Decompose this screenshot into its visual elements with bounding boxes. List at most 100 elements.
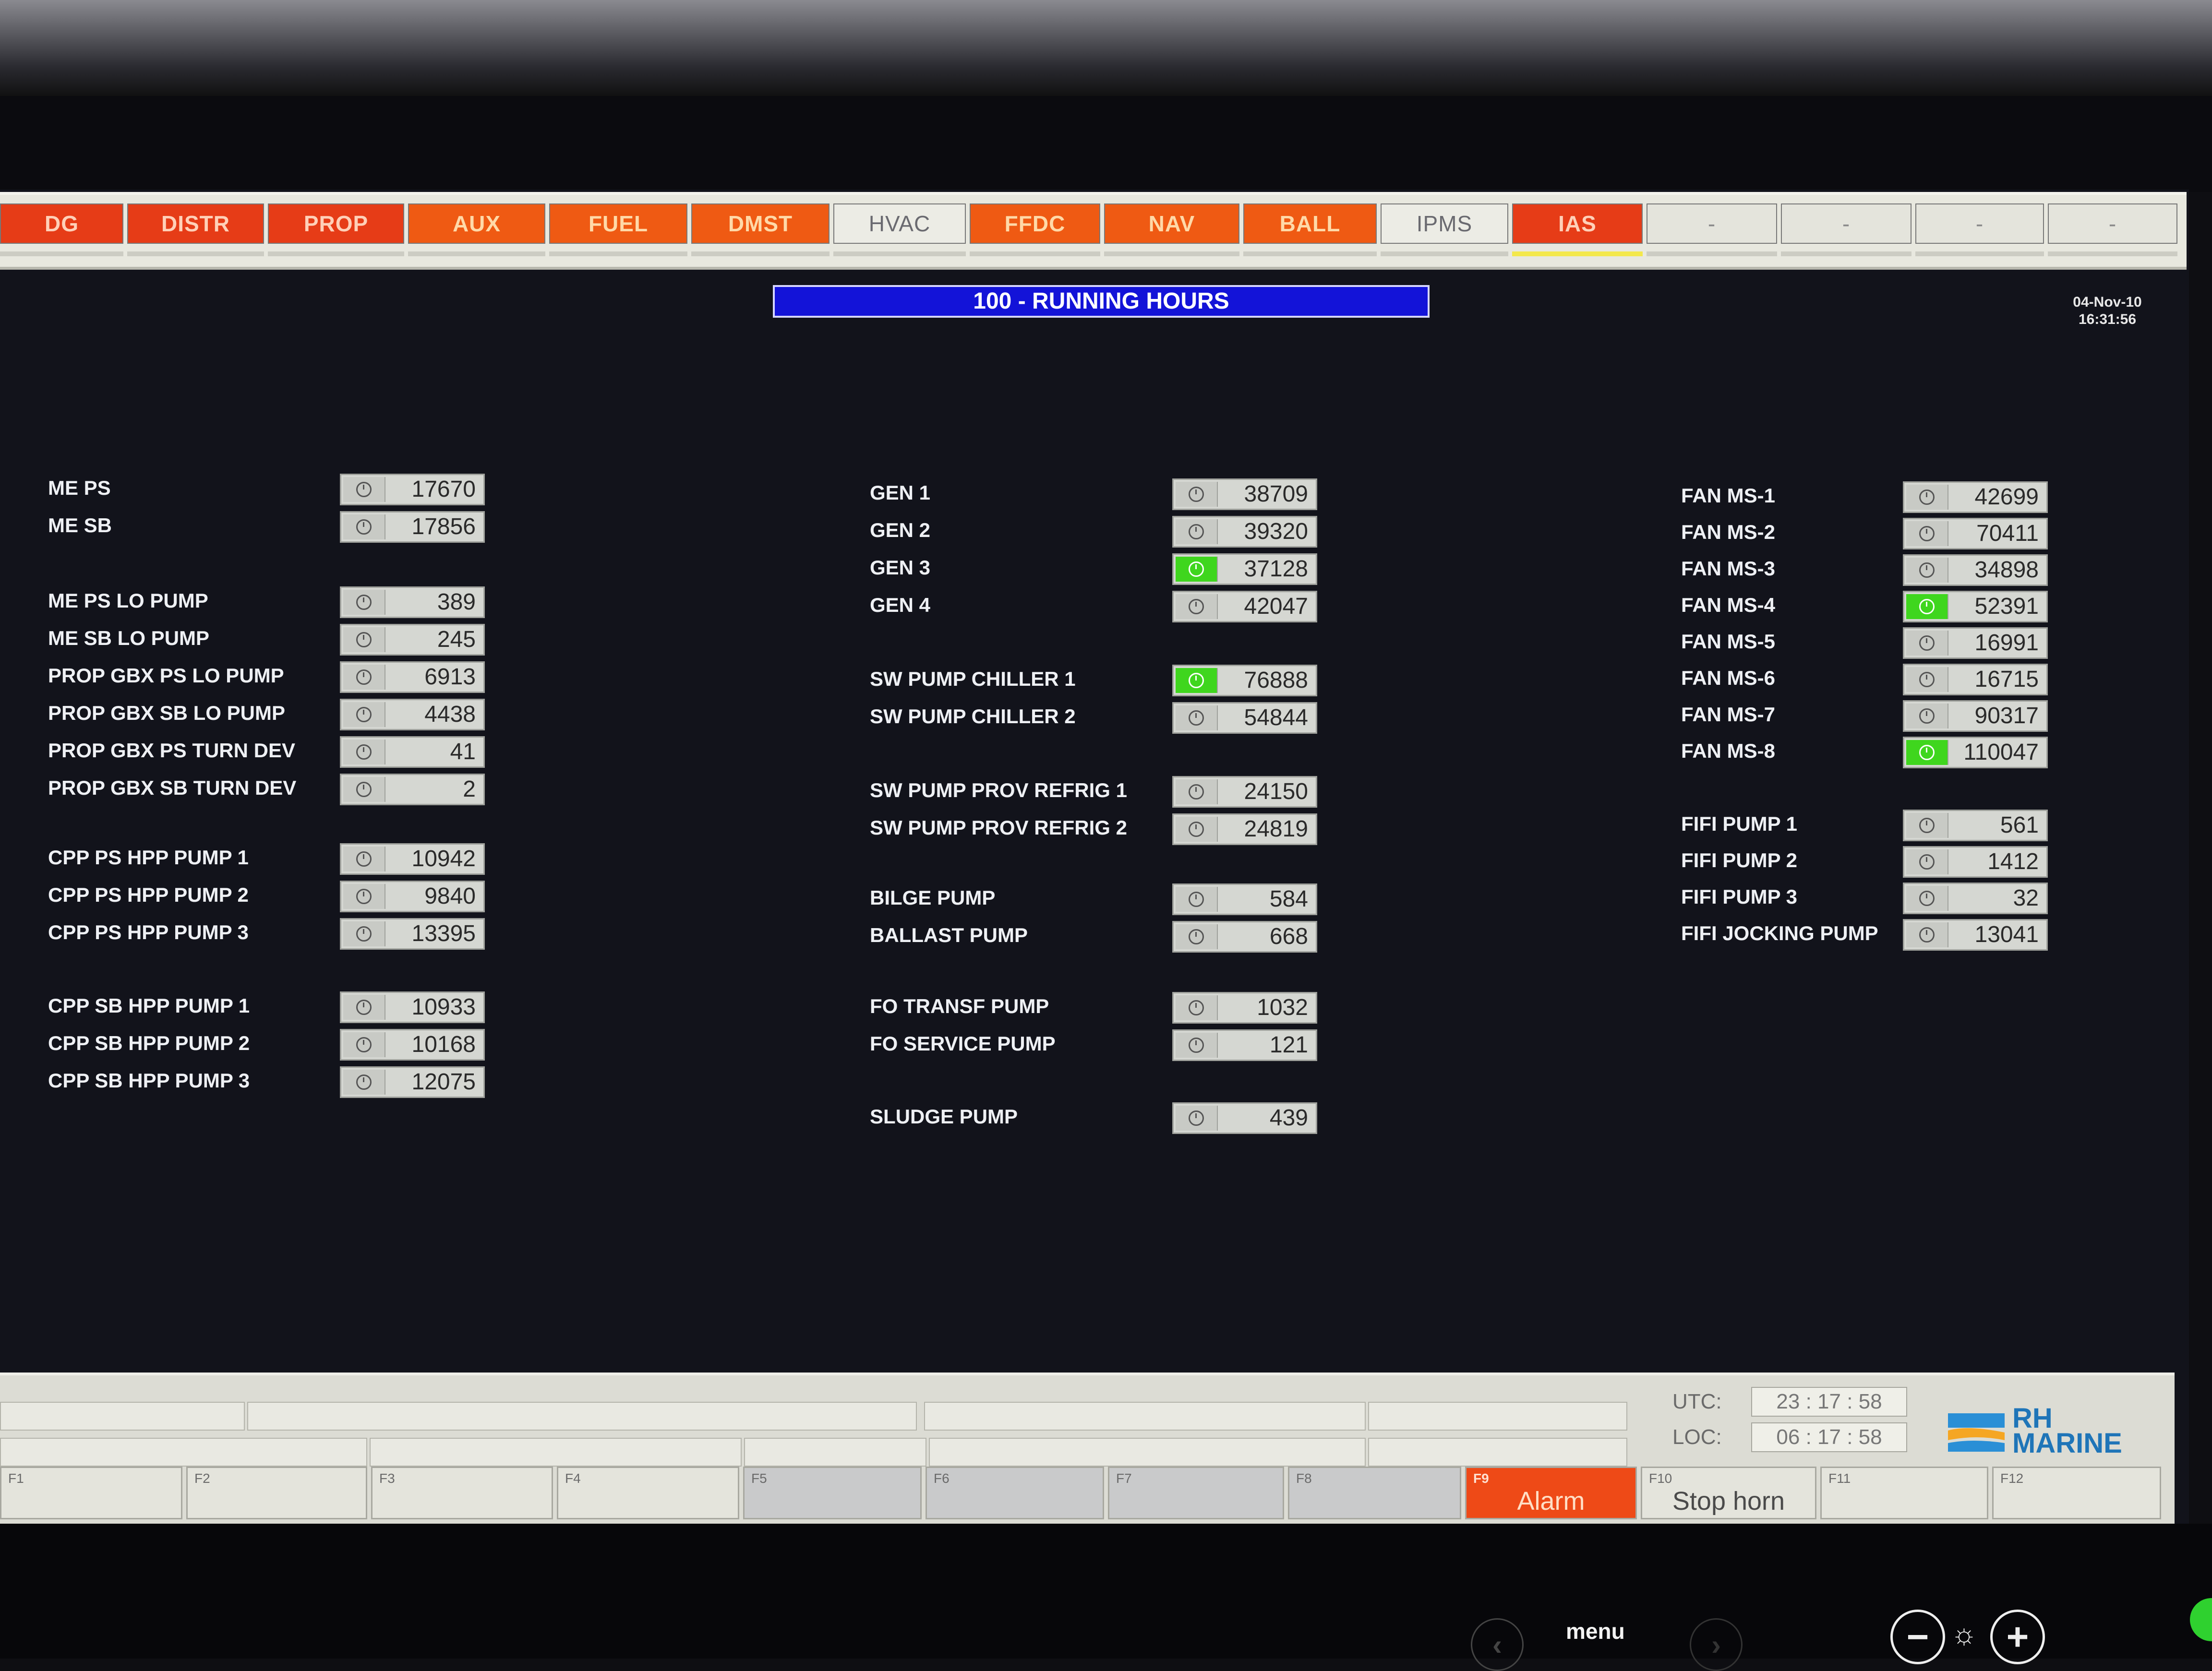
function-key-label: Stop horn (1672, 1487, 1785, 1516)
running-hours-field: 4438 (340, 699, 485, 730)
tab-blank-15[interactable]: - (2048, 203, 2177, 244)
running-hours-value: 34898 (1974, 557, 2039, 583)
running-hours-field: 561 (1903, 810, 2048, 841)
clock-icon[interactable] (1176, 995, 1218, 1020)
running-hours-field: 9840 (340, 881, 485, 912)
forward-hw-button[interactable]: › (1690, 1618, 1743, 1671)
clock-icon[interactable] (1176, 482, 1218, 507)
clock-icon[interactable] (1906, 922, 1948, 947)
tab-indicator-line (691, 251, 830, 256)
tab-ball[interactable]: BALL (1243, 203, 1377, 244)
clock-face-icon (1919, 927, 1935, 943)
tab-blank-13[interactable]: - (1781, 203, 1911, 244)
tab-ffdc[interactable]: FFDC (970, 203, 1100, 244)
tab-dmst[interactable]: DMST (691, 203, 830, 244)
function-key-f4[interactable]: F4 (557, 1467, 739, 1519)
menu-hw-button[interactable]: menu (1566, 1618, 1625, 1644)
function-key-f1[interactable]: F1 (0, 1467, 182, 1519)
clock-icon[interactable] (343, 1032, 385, 1057)
function-key-f11[interactable]: F11 (1820, 1467, 1988, 1519)
clock-icon[interactable] (343, 921, 385, 946)
clock-icon[interactable] (343, 627, 385, 652)
clock-icon[interactable] (1176, 1033, 1218, 1058)
clock-icon[interactable] (1176, 594, 1218, 619)
tab-indicator-line (1243, 251, 1377, 256)
function-key-f5[interactable]: F5 (743, 1467, 922, 1519)
clock-face-icon (1919, 818, 1935, 833)
clock-icon[interactable] (1176, 779, 1218, 804)
tab-indicator-line (970, 251, 1100, 256)
clock-icon[interactable] (1906, 558, 1948, 583)
function-key-f9[interactable]: F9 Alarm (1465, 1467, 1637, 1519)
tab-blank-12[interactable]: - (1647, 203, 1777, 244)
function-key-f8[interactable]: F8 (1288, 1467, 1461, 1519)
tab-dg[interactable]: DG (0, 203, 123, 244)
tab-fuel[interactable]: FUEL (549, 203, 687, 244)
clock-icon[interactable] (1176, 557, 1218, 582)
clock-icon[interactable] (1176, 924, 1218, 949)
function-key-f2[interactable]: F2 (186, 1467, 367, 1519)
tab-ias[interactable]: IAS (1512, 203, 1643, 244)
function-key-f7[interactable]: F7 (1108, 1467, 1284, 1519)
running-hours-value: 16991 (1974, 630, 2039, 656)
tab-prop[interactable]: PROP (268, 203, 404, 244)
clock-icon[interactable] (1906, 521, 1948, 546)
clock-icon[interactable] (1176, 1106, 1218, 1131)
tab-nav[interactable]: NAV (1104, 203, 1239, 244)
running-hours-value: 24819 (1244, 816, 1308, 842)
function-key-f10[interactable]: F10 Stop horn (1641, 1467, 1816, 1519)
clock-icon[interactable] (1906, 813, 1948, 838)
tab-indicator-line (1915, 251, 2044, 256)
function-key-f12[interactable]: F12 (1992, 1467, 2161, 1519)
clock-icon[interactable] (1906, 849, 1948, 874)
tab-hvac[interactable]: HVAC (833, 203, 966, 244)
clock-icon[interactable] (343, 590, 385, 615)
tab-blank-14[interactable]: - (1915, 203, 2044, 244)
clock-icon[interactable] (1906, 704, 1948, 728)
clock-icon[interactable] (1176, 519, 1218, 544)
clock-icon[interactable] (1906, 886, 1948, 911)
clock-icon[interactable] (1906, 594, 1948, 619)
clock-icon[interactable] (343, 995, 385, 1020)
running-hours-value: 90317 (1974, 703, 2039, 728)
clock-icon[interactable] (343, 884, 385, 909)
clock-icon[interactable] (1176, 668, 1218, 693)
clock-icon[interactable] (1906, 485, 1948, 510)
clock-face-icon (1189, 1110, 1204, 1126)
function-key-label: Alarm (1517, 1487, 1585, 1516)
clock-icon[interactable] (343, 847, 385, 871)
running-hours-value: 10168 (411, 1032, 476, 1057)
tab-distr[interactable]: DISTR (127, 203, 264, 244)
clock-icon[interactable] (343, 702, 385, 727)
clock-face-icon (356, 669, 372, 685)
logo-line-2: MARINE (2012, 1428, 2122, 1459)
equipment-label: FIFI PUMP 3 (1681, 885, 1797, 908)
clock-icon[interactable] (343, 665, 385, 690)
tab-ipms[interactable]: IPMS (1381, 203, 1508, 244)
function-key-f3[interactable]: F3 (371, 1467, 553, 1519)
clock-icon[interactable] (343, 514, 385, 539)
running-hours-field: 37128 (1172, 553, 1317, 585)
clock-icon[interactable] (343, 1070, 385, 1095)
plus-hw-button[interactable]: + (1990, 1610, 2045, 1664)
running-hours-field: 10933 (340, 991, 485, 1023)
function-key-number: F1 (8, 1471, 24, 1486)
back-hw-button[interactable]: ‹ (1471, 1618, 1524, 1671)
clock-icon[interactable] (343, 477, 385, 502)
clock-icon[interactable] (1176, 887, 1218, 912)
clock-icon[interactable] (343, 777, 385, 802)
running-hours-value: 4438 (424, 702, 476, 727)
tab-aux[interactable]: AUX (408, 203, 545, 244)
function-key-f6[interactable]: F6 (926, 1467, 1104, 1519)
clock-icon[interactable] (1906, 740, 1948, 765)
clock-icon[interactable] (1906, 667, 1948, 692)
status-message-cell (247, 1402, 917, 1431)
running-hours-field: 668 (1172, 921, 1317, 953)
clock-icon[interactable] (343, 740, 385, 764)
clock-icon[interactable] (1906, 631, 1948, 656)
clock-icon[interactable] (1176, 705, 1218, 730)
function-key-number: F8 (1296, 1471, 1312, 1486)
equipment-label: ME SB (48, 514, 112, 537)
clock-icon[interactable] (1176, 817, 1218, 842)
minus-hw-button[interactable]: − (1890, 1610, 1945, 1664)
